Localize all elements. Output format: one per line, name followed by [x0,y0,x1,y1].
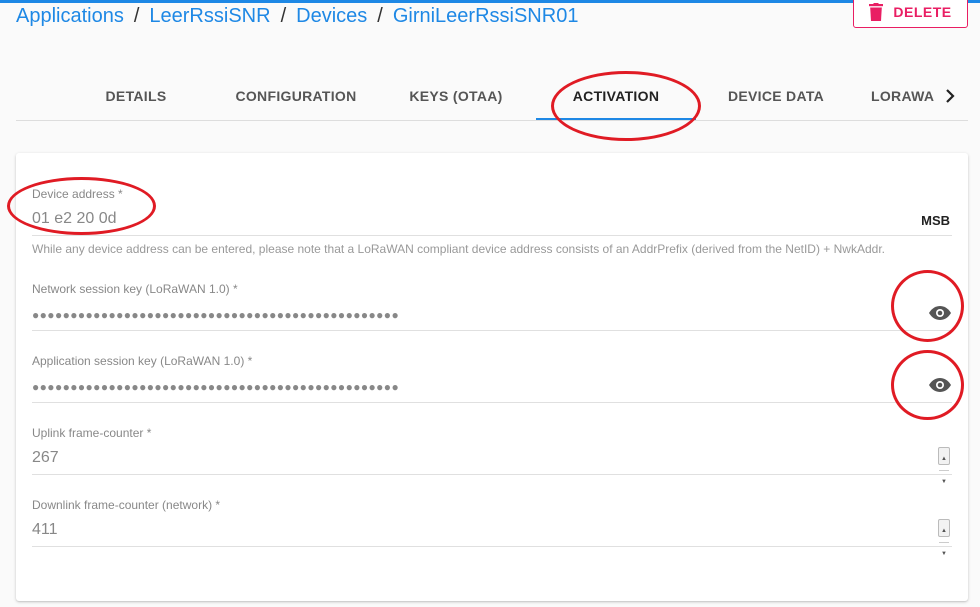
uplink-counter-stepper[interactable]: ▲ ▼ [938,447,950,485]
stepper-down-icon[interactable]: ▼ [939,470,949,493]
device-tabs: DETAILS CONFIGURATION KEYS (OTAA) ACTIVA… [16,72,968,121]
stepper-up-icon[interactable]: ▲ [939,520,949,542]
tab-configuration[interactable]: CONFIGURATION [216,72,376,120]
tab-lorawan[interactable]: LORAWA [856,72,938,120]
chevron-right-icon[interactable] [938,84,962,108]
application-session-key-label: Application session key (LoRaWAN 1.0) * [32,354,253,368]
network-session-key-value: ●●●●●●●●●●●●●●●●●●●●●●●●●●●●●●●●●●●●●●●●… [32,308,400,322]
active-tab-indicator [536,118,696,120]
uplink-frame-counter-label: Uplink frame-counter * [32,426,152,440]
application-session-key-value: ●●●●●●●●●●●●●●●●●●●●●●●●●●●●●●●●●●●●●●●●… [32,380,400,394]
activation-form-card: Device address * 01 e2 20 0d MSB While a… [16,153,968,601]
tab-activation[interactable]: ACTIVATION [536,72,696,120]
device-address-input[interactable]: 01 e2 20 0d MSB [32,208,952,236]
breadcrumb-devices[interactable]: Devices [296,5,367,28]
network-session-key-field: Network session key (LoRaWAN 1.0) * ●●●●… [32,282,952,331]
tab-keys-otaa[interactable]: KEYS (OTAA) [376,72,536,120]
breadcrumb-device[interactable]: GirniLeerRssiSNR01 [393,5,579,28]
byte-order-toggle[interactable]: MSB [921,210,950,232]
device-address-label: Device address * [32,187,123,201]
application-session-key-input[interactable]: ●●●●●●●●●●●●●●●●●●●●●●●●●●●●●●●●●●●●●●●●… [32,375,952,403]
network-session-key-input[interactable]: ●●●●●●●●●●●●●●●●●●●●●●●●●●●●●●●●●●●●●●●●… [32,303,952,331]
breadcrumb-separator: / [133,5,140,27]
eye-icon[interactable] [924,369,956,401]
downlink-counter-stepper[interactable]: ▲ ▼ [938,519,950,557]
downlink-frame-counter-value: 411 [32,521,58,538]
downlink-frame-counter-input[interactable]: 411 ▲ ▼ [32,519,952,557]
breadcrumb-applications[interactable]: Applications [16,5,124,28]
stepper-down-icon[interactable]: ▼ [939,542,949,565]
delete-button[interactable]: DELETE [853,0,968,28]
device-address-value: 01 e2 20 0d [32,210,117,227]
eye-icon[interactable] [924,297,956,329]
delete-label: DELETE [893,4,952,20]
network-session-key-label: Network session key (LoRaWAN 1.0) * [32,282,238,296]
breadcrumb-separator: / [377,5,383,27]
tab-details[interactable]: DETAILS [56,72,216,120]
downlink-frame-counter-field: Downlink frame-counter (network) * 411 ▲… [32,498,952,557]
downlink-frame-counter-label: Downlink frame-counter (network) * [32,498,221,512]
uplink-frame-counter-input[interactable]: 267 ▲ ▼ [32,447,952,485]
trash-icon [869,3,884,21]
device-address-helper: While any device address can be entered,… [32,242,885,256]
breadcrumb-application[interactable]: LeerRssiSNR [149,5,270,28]
uplink-frame-counter-value: 267 [32,449,59,466]
breadcrumb: Applications / LeerRssiSNR / Devices / G… [16,5,578,28]
top-accent-line [0,0,980,3]
application-session-key-field: Application session key (LoRaWAN 1.0) * … [32,354,952,403]
device-address-field: Device address * 01 e2 20 0d MSB While a… [32,187,952,256]
breadcrumb-separator: / [280,5,287,27]
stepper-up-icon[interactable]: ▲ [939,448,949,470]
tab-device-data[interactable]: DEVICE DATA [696,72,856,120]
uplink-frame-counter-field: Uplink frame-counter * 267 ▲ ▼ [32,426,952,485]
